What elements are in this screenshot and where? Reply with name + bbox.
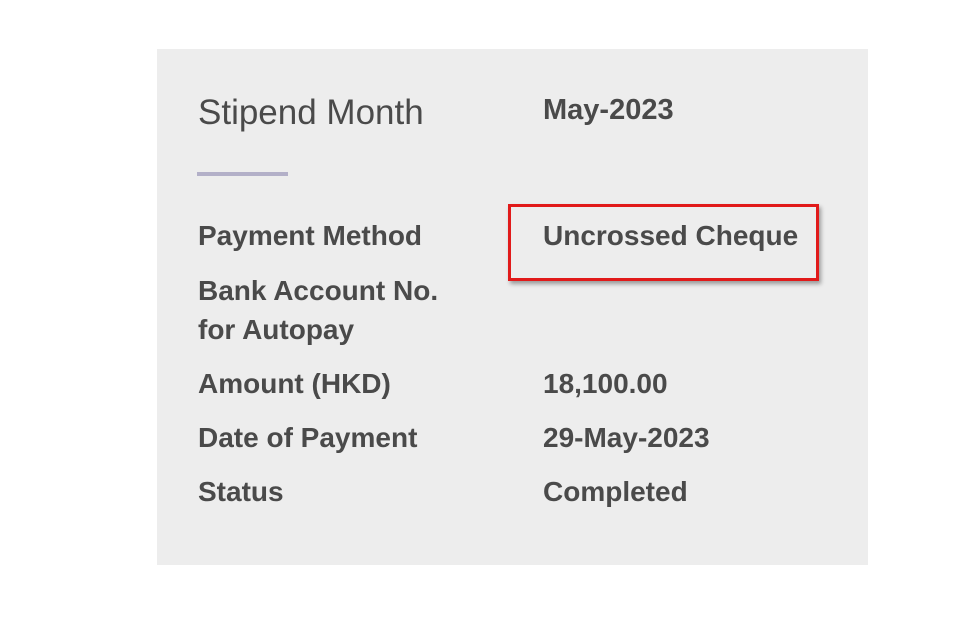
amount-value: 18,100.00 — [543, 368, 668, 399]
stipend-month-label: Stipend Month — [198, 93, 424, 132]
amount-label: Amount (HKD) — [198, 368, 391, 399]
date-of-payment-label: Date of Payment — [198, 422, 418, 453]
section-divider — [197, 172, 288, 176]
bank-account-label-line2: for Autopay — [198, 314, 355, 345]
bank-account-label-line1: Bank Account No. — [198, 275, 439, 306]
stipend-details-card: Stipend Month May-2023 Payment Method Un… — [157, 49, 868, 565]
status-value: Completed — [543, 476, 688, 507]
date-of-payment-value: 29-May-2023 — [543, 422, 710, 453]
payment-method-value: Uncrossed Cheque — [543, 220, 799, 251]
stipend-month-value: May-2023 — [543, 94, 674, 126]
payment-method-label: Payment Method — [198, 220, 423, 251]
status-label: Status — [198, 476, 284, 507]
